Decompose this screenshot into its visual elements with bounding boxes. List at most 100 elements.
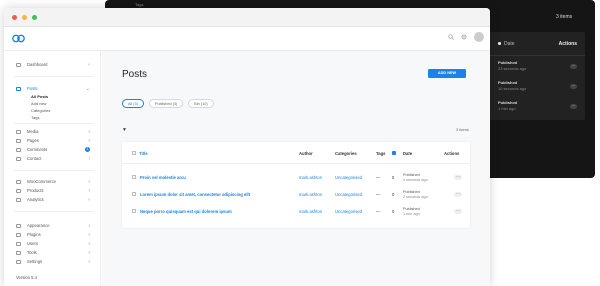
post-date: Published 2 seconds ago bbox=[403, 190, 428, 200]
dark-tags-label: Tags bbox=[135, 2, 144, 7]
more-actions-icon[interactable]: ··· bbox=[454, 192, 462, 197]
sidebar-item-posts[interactable]: Posts ⌄ bbox=[16, 85, 90, 92]
maximize-window-dot[interactable] bbox=[32, 14, 37, 20]
column-tags[interactable]: Tags bbox=[376, 151, 385, 156]
divider bbox=[14, 170, 94, 171]
author-link[interactable]: mark.ashton bbox=[299, 175, 322, 180]
tab-all[interactable]: All (3) bbox=[122, 99, 144, 108]
users-icon bbox=[16, 241, 21, 246]
dark-table-header: Date Actions bbox=[490, 32, 585, 56]
woocommerce-icon bbox=[16, 179, 21, 184]
dark-row-status: Published 10 seconds ago bbox=[498, 80, 526, 92]
chevron-down-icon: ⌄ bbox=[85, 85, 90, 92]
sidebar-item-label: Pages bbox=[27, 138, 39, 143]
tab-bin[interactable]: Bin (10) bbox=[188, 99, 214, 108]
comments-count: 0 bbox=[392, 175, 395, 180]
chevron-left-icon: ‹ bbox=[88, 137, 90, 144]
sidebar-item-plugins[interactable]: Plugins ‹ bbox=[16, 232, 90, 238]
chevron-left-icon: ‹ bbox=[88, 187, 90, 194]
tags-value: — bbox=[376, 192, 381, 197]
post-date: Published 4 seconds ago bbox=[403, 173, 428, 183]
dark-row-status: Published 1 min ago bbox=[498, 100, 517, 112]
more-actions-icon[interactable]: ··· bbox=[570, 103, 577, 109]
posts-table: Title Author Categories Tags Date Action… bbox=[122, 142, 470, 228]
row-checkbox[interactable] bbox=[132, 209, 136, 213]
appearance-icon bbox=[16, 223, 21, 228]
post-title-link[interactable]: Proin vel molestie arcu bbox=[140, 175, 186, 180]
dark-table-row: — Published1 min ago ··· bbox=[486, 96, 585, 116]
dark-table-row: — Published23 seconds ago ··· bbox=[486, 56, 585, 76]
table-row: Neque porro quisquam est qui dolorem ips… bbox=[122, 207, 470, 225]
search-icon[interactable] bbox=[448, 34, 454, 40]
filter-icon[interactable]: ▼ bbox=[122, 127, 127, 133]
sidebar-item-label: Tools bbox=[27, 250, 37, 255]
time-text: 1 min ago bbox=[403, 212, 420, 216]
select-all-checkbox[interactable] bbox=[132, 151, 136, 155]
sidebar-item-label: Users bbox=[27, 241, 38, 246]
dark-time-text: 23 seconds ago bbox=[498, 66, 527, 71]
close-window-dot[interactable] bbox=[12, 14, 17, 20]
column-title[interactable]: Title bbox=[139, 151, 148, 156]
category-link[interactable]: Uncategorised bbox=[335, 192, 362, 197]
sort-icon bbox=[498, 42, 501, 45]
pages-icon bbox=[16, 138, 21, 143]
more-actions-icon[interactable]: ··· bbox=[454, 209, 462, 214]
media-icon bbox=[16, 129, 21, 134]
sidebar-subitem-categories[interactable]: Categories bbox=[31, 108, 50, 113]
sidebar-item-media[interactable]: Media ‹ bbox=[16, 129, 90, 135]
contact-icon bbox=[16, 156, 21, 161]
divider bbox=[14, 76, 94, 77]
avatar[interactable] bbox=[474, 32, 484, 42]
sidebar-item-appearance[interactable]: Appearance ‹ bbox=[16, 223, 90, 229]
comments-icon[interactable] bbox=[392, 151, 396, 155]
more-actions-icon[interactable]: ··· bbox=[570, 63, 577, 69]
dark-date-label: Date bbox=[504, 40, 515, 47]
dark-table-row: — Published10 seconds ago ··· bbox=[486, 76, 585, 96]
table-row: Lorem ipsum dolor sit amet, consectetur … bbox=[122, 190, 470, 208]
sidebar-item-contact[interactable]: Contact ‹ bbox=[16, 156, 90, 162]
column-categories[interactable]: Categories bbox=[335, 151, 357, 156]
sidebar-item-label: Plugins bbox=[27, 232, 41, 237]
sidebar: Dashboard ‹ Posts ⌄ All Posts Add new Ca… bbox=[4, 51, 101, 286]
sidebar-subitem-tags[interactable]: Tags bbox=[31, 115, 39, 120]
tab-published[interactable]: Published (3) bbox=[148, 99, 184, 108]
sidebar-item-comments[interactable]: Comments 1 bbox=[16, 147, 90, 152]
column-date[interactable]: Date bbox=[403, 151, 412, 156]
sidebar-subitem-all-posts[interactable]: All Posts bbox=[31, 94, 48, 99]
sidebar-item-label: Dashboard bbox=[27, 62, 48, 67]
minimize-window-dot[interactable] bbox=[22, 14, 27, 20]
author-link[interactable]: mark.ashton bbox=[299, 192, 322, 197]
post-title-link[interactable]: Lorem ipsum dolor sit amet, consectetur … bbox=[140, 192, 250, 197]
comments-count: 0 bbox=[392, 192, 395, 197]
sidebar-item-label: Settings bbox=[27, 259, 43, 264]
tools-icon bbox=[16, 250, 21, 255]
gear-icon[interactable] bbox=[461, 34, 467, 40]
sidebar-item-analytics[interactable]: Analytics ‹ bbox=[16, 197, 90, 203]
tags-value: — bbox=[376, 209, 381, 214]
author-link[interactable]: mark.ashton bbox=[299, 209, 322, 214]
more-actions-icon[interactable]: ··· bbox=[570, 83, 577, 89]
sidebar-item-pages[interactable]: Pages ‹ bbox=[16, 137, 90, 144]
category-link[interactable]: Uncategorised bbox=[335, 209, 362, 214]
sidebar-item-settings[interactable]: Settings ‹ bbox=[16, 259, 90, 265]
add-new-button[interactable]: ADD NEW bbox=[428, 69, 466, 78]
sidebar-item-tools[interactable]: Tools ‹ bbox=[16, 250, 90, 256]
row-checkbox[interactable] bbox=[132, 192, 136, 196]
logo-icon[interactable] bbox=[12, 34, 25, 43]
sidebar-item-label: Posts bbox=[27, 86, 38, 91]
sidebar-item-users[interactable]: Users ‹ bbox=[16, 241, 90, 247]
more-actions-icon[interactable]: ··· bbox=[454, 175, 462, 180]
sidebar-subitem-add-new[interactable]: Add new bbox=[31, 101, 47, 106]
column-author[interactable]: Author bbox=[299, 151, 313, 156]
category-link[interactable]: Uncategorised bbox=[335, 175, 362, 180]
dark-date-header: Date bbox=[498, 41, 515, 47]
sidebar-item-woocommerce[interactable]: WooCommerce ‹ bbox=[16, 179, 90, 185]
sidebar-item-dashboard[interactable]: Dashboard ‹ bbox=[16, 61, 90, 68]
sidebar-item-products[interactable]: Products ‹ bbox=[16, 187, 90, 194]
column-actions: Actions bbox=[444, 151, 460, 156]
row-checkbox[interactable] bbox=[132, 175, 136, 179]
dark-row-status: Published 23 seconds ago bbox=[498, 60, 526, 72]
chevron-left-icon: ‹ bbox=[88, 61, 90, 68]
post-title-link[interactable]: Neque porro quisquam est qui dolorem ips… bbox=[140, 209, 232, 214]
items-count: 3 items bbox=[456, 127, 469, 132]
